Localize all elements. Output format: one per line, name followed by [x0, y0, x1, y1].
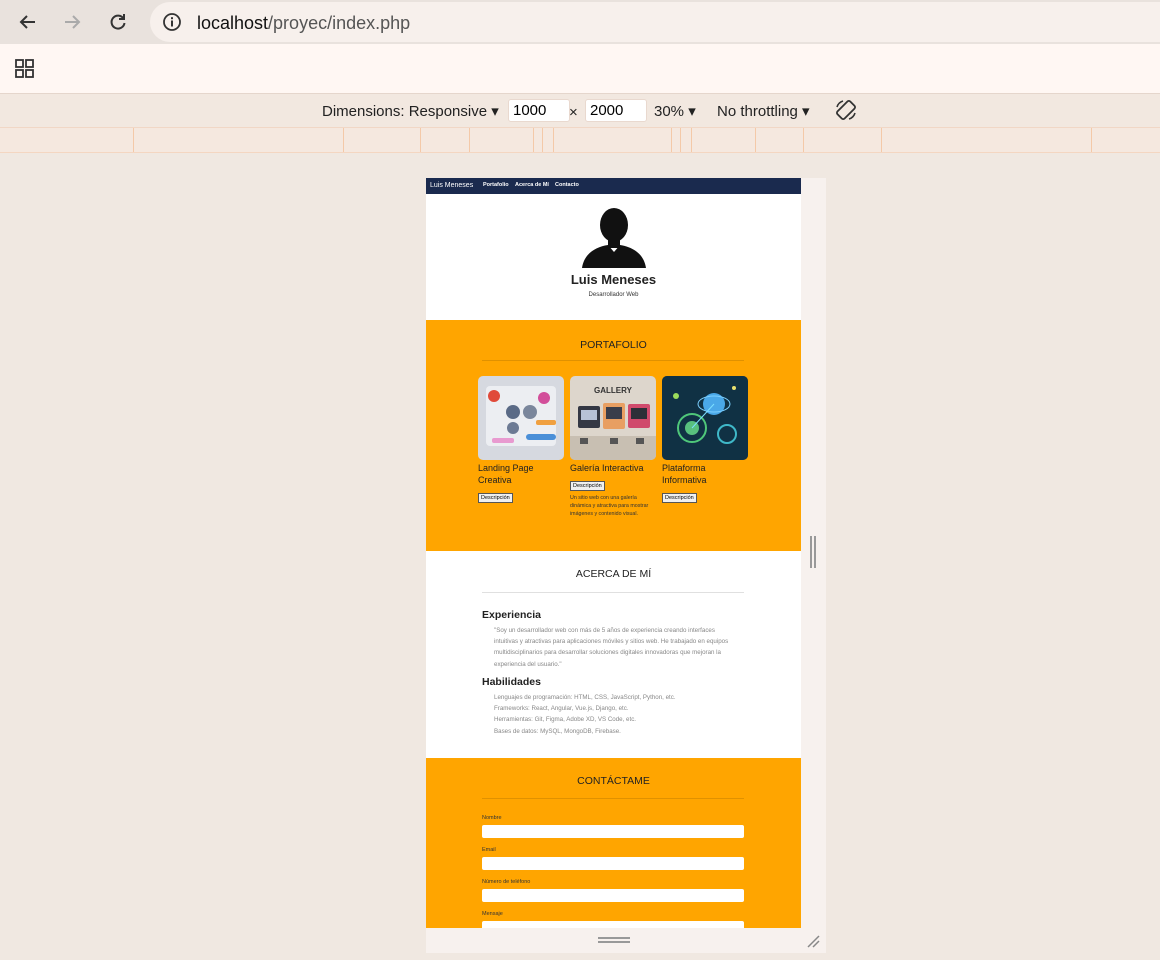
skills-heading: Habilidades — [482, 676, 541, 688]
site-navbar: Luis Meneses Portafolio Acerca de Mí Con… — [426, 178, 801, 194]
portfolio-card: GALLERY Galería Interactiva Descripción … — [570, 376, 658, 518]
card-description: Un sitio web con una galería dinámica y … — [570, 495, 649, 517]
corner-resize-icon[interactable] — [806, 934, 820, 948]
message-input[interactable] — [482, 921, 744, 928]
card-title: Galería Interactiva — [570, 463, 644, 473]
address-bar[interactable]: localhost/proyec/index.php — [150, 2, 1160, 42]
skill-item: Lenguajes de programación: HTML, CSS, Ja… — [494, 694, 676, 701]
back-arrow-icon[interactable] — [16, 10, 40, 34]
height-input[interactable] — [585, 99, 647, 122]
dropdown-caret-icon: ▾ — [802, 103, 810, 120]
width-input[interactable] — [508, 99, 570, 122]
section-divider — [482, 798, 744, 799]
about-title: ACERCA DE MÍ — [575, 568, 652, 580]
email-input[interactable] — [482, 857, 744, 870]
card-title: Plataforma Informativa — [662, 463, 707, 485]
dimensions-dropdown[interactable]: Dimensions: Responsive ▾ — [322, 102, 499, 120]
description-button[interactable]: Descripción — [570, 481, 605, 491]
rotate-icon[interactable] — [834, 98, 858, 126]
experience-heading: Experiencia — [482, 609, 541, 621]
resize-grip-icon — [810, 536, 816, 568]
hero-name: Luis Meneses — [570, 272, 657, 287]
url-text: localhost/proyec/index.php — [197, 13, 410, 34]
emulated-viewport: Luis Meneses Portafolio Acerca de Mí Con… — [426, 178, 801, 928]
phone-label: Número de teléfono — [482, 879, 531, 885]
zoom-dropdown[interactable]: 30% ▾ — [654, 102, 696, 120]
contact-section: CONTÁCTAME Nombre Email Número de teléfo… — [426, 758, 801, 928]
about-section: ACERCA DE MÍ Experiencia "Soy un desarro… — [426, 551, 801, 759]
dropdown-caret-icon: ▾ — [491, 103, 499, 120]
reload-icon[interactable] — [106, 10, 130, 34]
section-divider — [482, 360, 744, 361]
skill-item: Frameworks: React, Angular, Vue.js, Djan… — [494, 705, 629, 713]
portfolio-card: Landing Page Creativa Descripción — [478, 376, 566, 504]
right-resize-handle[interactable] — [801, 178, 826, 928]
name-input[interactable] — [482, 825, 744, 838]
nav-link-acerca[interactable]: Acerca de Mí — [515, 182, 549, 188]
skill-item: Bases de datos: MySQL, MongoDB, Firebase… — [494, 727, 621, 735]
card-thumbnail[interactable] — [662, 376, 748, 460]
hero-subtitle: Desarrollador Web — [588, 292, 639, 298]
bottom-resize-handle[interactable] — [426, 928, 826, 953]
card-thumbnail[interactable]: GALLERY — [570, 376, 656, 460]
card-title: Landing Page Creativa — [478, 463, 534, 485]
resize-grip-icon — [598, 937, 630, 943]
skills-list: Lenguajes de programación: HTML, CSS, Ja… — [494, 692, 736, 737]
portfolio-section: PORTAFOLIO Landing Page Creativa Descrip… — [426, 320, 801, 551]
contact-title: CONTÁCTAME — [577, 775, 650, 787]
nav-link-contacto[interactable]: Contacto — [555, 182, 579, 188]
bookmarks-bar — [0, 44, 1160, 94]
site-brand[interactable]: Luis Meneses — [430, 182, 473, 189]
skill-item: Herramientas: Git, Figma, Adobe XD, VS C… — [494, 716, 637, 724]
gallery-thumb-text: GALLERY — [594, 386, 633, 395]
portfolio-card: Plataforma Informativa Descripción — [662, 376, 750, 504]
portfolio-title: PORTAFOLIO — [580, 339, 647, 351]
url-host: localhost — [197, 13, 269, 33]
nav-link-portafolio[interactable]: Portafolio — [483, 182, 509, 188]
phone-input[interactable] — [482, 889, 744, 902]
description-button[interactable]: Descripción — [662, 493, 697, 503]
dimensions-label: Dimensions: Responsive — [322, 103, 488, 120]
media-query-bar[interactable] — [0, 128, 1160, 153]
hero-section: Luis Meneses Desarrollador Web — [426, 194, 801, 320]
browser-toolbar: localhost/proyec/index.php — [0, 0, 1160, 44]
profile-avatar — [581, 202, 647, 268]
email-label: Email — [482, 847, 496, 853]
message-label: Mensaje — [482, 911, 503, 917]
times-sign: × — [569, 104, 578, 121]
apps-grid-icon[interactable] — [15, 59, 35, 79]
url-path: /proyec/index.php — [268, 13, 411, 33]
description-button[interactable]: Descripción — [478, 493, 513, 503]
forward-arrow-icon[interactable] — [60, 10, 84, 34]
throttling-dropdown[interactable]: No throttling ▾ — [717, 102, 810, 120]
site-info-icon[interactable] — [162, 12, 182, 32]
section-divider — [482, 592, 744, 593]
card-thumbnail[interactable] — [478, 376, 564, 460]
device-toolbar: Dimensions: Responsive ▾ × 30% ▾ No thro… — [0, 94, 1160, 128]
name-label: Nombre — [482, 815, 502, 821]
zoom-label: 30% — [654, 103, 685, 120]
throttling-label: No throttling — [717, 103, 798, 120]
dropdown-caret-icon: ▾ — [688, 103, 696, 120]
experience-text: "Soy un desarrollador web con más de 5 a… — [494, 627, 729, 668]
